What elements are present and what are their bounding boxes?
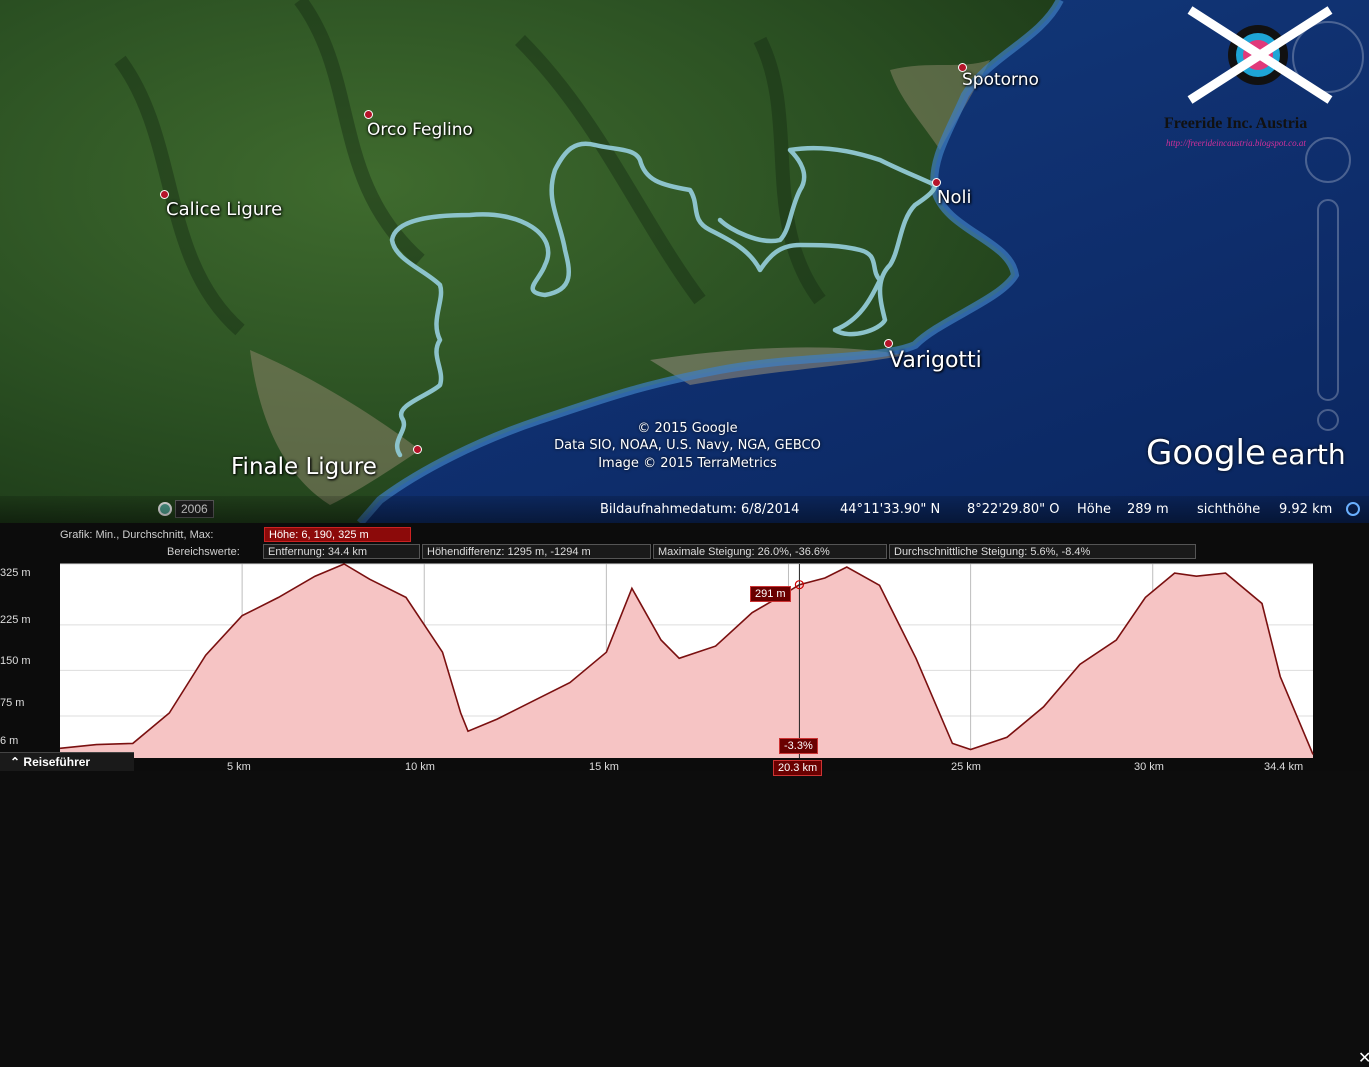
place-label-orco-feglino[interactable]: Orco Feglino [367, 120, 473, 140]
x-tick-label: 15 km [589, 761, 619, 773]
x-tick-label: 10 km [405, 761, 435, 773]
place-pin[interactable] [932, 178, 941, 187]
place-label-varigotti[interactable]: Varigotti [889, 348, 982, 373]
latitude: 44°11'33.90" N [840, 502, 941, 517]
elevation-chart[interactable] [0, 523, 1369, 771]
place-label-noli[interactable]: Noli [937, 187, 971, 208]
copyright-line-2: Data SIO, NOAA, U.S. Navy, NGA, GEBCO [554, 438, 821, 453]
height-value: 289 m [1127, 502, 1169, 517]
x-tick-label: 25 km [951, 761, 981, 773]
eye-altitude-label: sichthöhe [1197, 502, 1261, 517]
logo-google: Google [1146, 433, 1266, 473]
y-tick-label: 225 m [0, 614, 31, 626]
x-tick-label: 5 km [227, 761, 251, 773]
place-label-calice-ligure[interactable]: Calice Ligure [166, 199, 282, 220]
y-tick-label: 150 m [0, 655, 31, 667]
cursor-height-tag: 291 m [750, 586, 791, 602]
tour-guide-label: Reiseführer [23, 755, 91, 769]
status-bar: Bildaufnahmedatum: 6/8/2014 44°11'33.90"… [0, 496, 1369, 523]
watermark-title: Freeride Inc. Austria [1164, 115, 1308, 132]
google-earth-logo: Google earth [1146, 433, 1346, 473]
elevation-profile-panel: Grafik: Min., Durchschnitt, Max: Höhe: 6… [0, 523, 1369, 1067]
watermark-url: http://freerideincaustria.blogspot.co.at [1166, 138, 1306, 148]
cursor-distance-tag: 20.3 km [773, 760, 823, 776]
cursor-slope-tag: -3.3% [779, 738, 818, 754]
close-icon[interactable]: ✕ [1358, 1051, 1369, 1067]
y-tick-label: 6 m [0, 735, 19, 747]
place-pin[interactable] [160, 190, 169, 199]
x-tick-label: 30 km [1134, 761, 1164, 773]
eye-altitude-value: 9.92 km [1279, 502, 1333, 517]
y-tick-label: 75 m [0, 697, 25, 709]
x-tick-label: 34.4 km [1264, 761, 1304, 773]
copyright-line-3: Image © 2015 TerraMetrics [598, 456, 777, 471]
logo-earth: earth [1271, 438, 1346, 471]
streaming-icon [1346, 502, 1360, 516]
place-pin[interactable] [413, 445, 422, 454]
height-label: Höhe [1077, 502, 1111, 517]
imagery-date: Bildaufnahmedatum: 6/8/2014 [600, 502, 800, 517]
map-view[interactable]: Spotorno Orco Feglino Calice Ligure Noli… [0, 0, 1369, 523]
copyright-line-1: © 2015 Google [637, 421, 738, 436]
place-label-finale-ligure[interactable]: Finale Ligure [231, 454, 377, 480]
chevron-up-icon: ⌃ [10, 755, 21, 769]
tour-guide-button[interactable]: ⌃ Reiseführer [0, 752, 134, 771]
place-pin[interactable] [364, 110, 373, 119]
place-label-spotorno[interactable]: Spotorno [962, 70, 1039, 90]
place-pin[interactable] [884, 339, 893, 348]
longitude: 8°22'29.80" O [967, 502, 1060, 517]
y-tick-label: 325 m [0, 567, 31, 579]
